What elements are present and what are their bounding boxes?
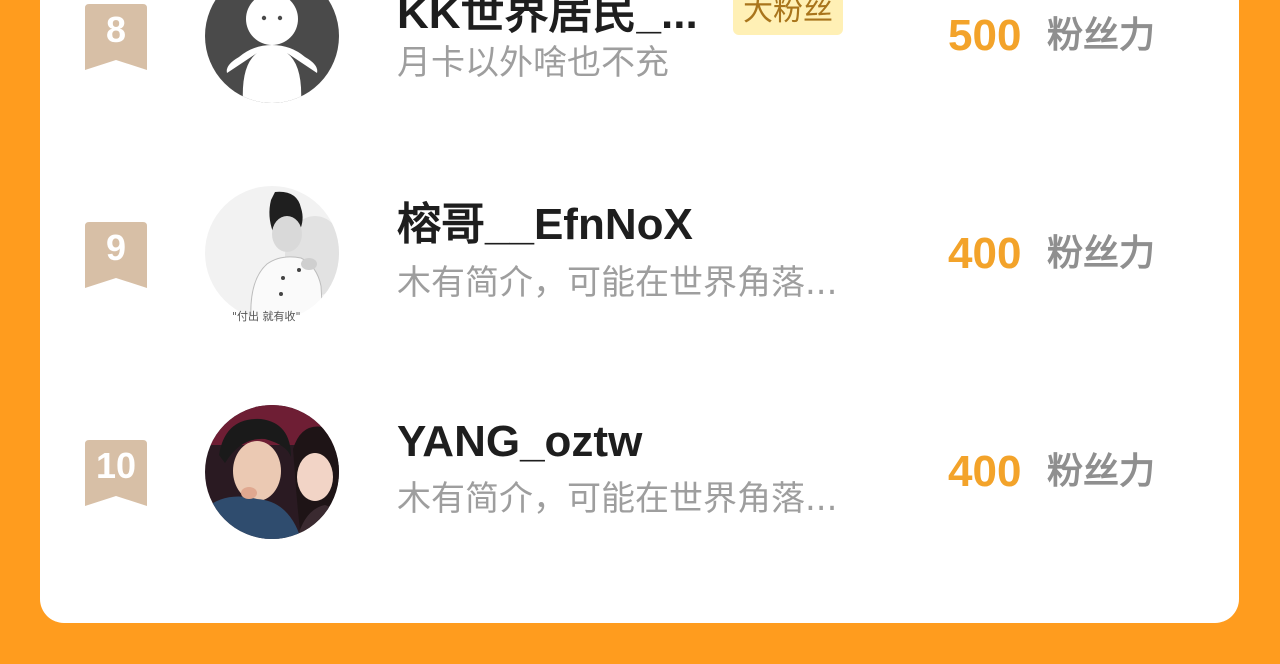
- avatar[interactable]: [205, 186, 339, 320]
- fan-level-badge: 大粉丝: [733, 0, 843, 35]
- rank-badge: 8: [85, 4, 147, 70]
- user-bio: 月卡以外啥也不充: [397, 43, 669, 83]
- rank-number: 8: [105, 9, 127, 50]
- rank-number: 9: [105, 227, 127, 268]
- fan-points: 400: [948, 447, 1022, 496]
- user-name[interactable]: 榕哥__EfnNoX: [397, 199, 693, 251]
- rank-number: 10: [95, 445, 137, 486]
- user-bio: 木有简介，可能在世界角落...: [397, 263, 838, 303]
- user-name[interactable]: YANG_oztw: [397, 416, 642, 468]
- rank-badge: 10: [85, 440, 147, 506]
- user-bio: 木有简介，可能在世界角落...: [397, 479, 838, 519]
- avatar[interactable]: [205, 405, 339, 539]
- fan-points-unit: 粉丝力: [1047, 451, 1156, 492]
- fan-points: 500: [948, 11, 1022, 60]
- user-name[interactable]: KK世界居民_...: [397, 0, 698, 40]
- avatar-caption: "付出 就有收": [232, 310, 301, 323]
- fan-points-unit: 粉丝力: [1047, 233, 1156, 274]
- fan-points-unit: 粉丝力: [1047, 15, 1156, 56]
- rank-badge: 9: [85, 222, 147, 288]
- leaderboard-card: [40, 0, 1239, 623]
- fan-points: 400: [948, 229, 1022, 278]
